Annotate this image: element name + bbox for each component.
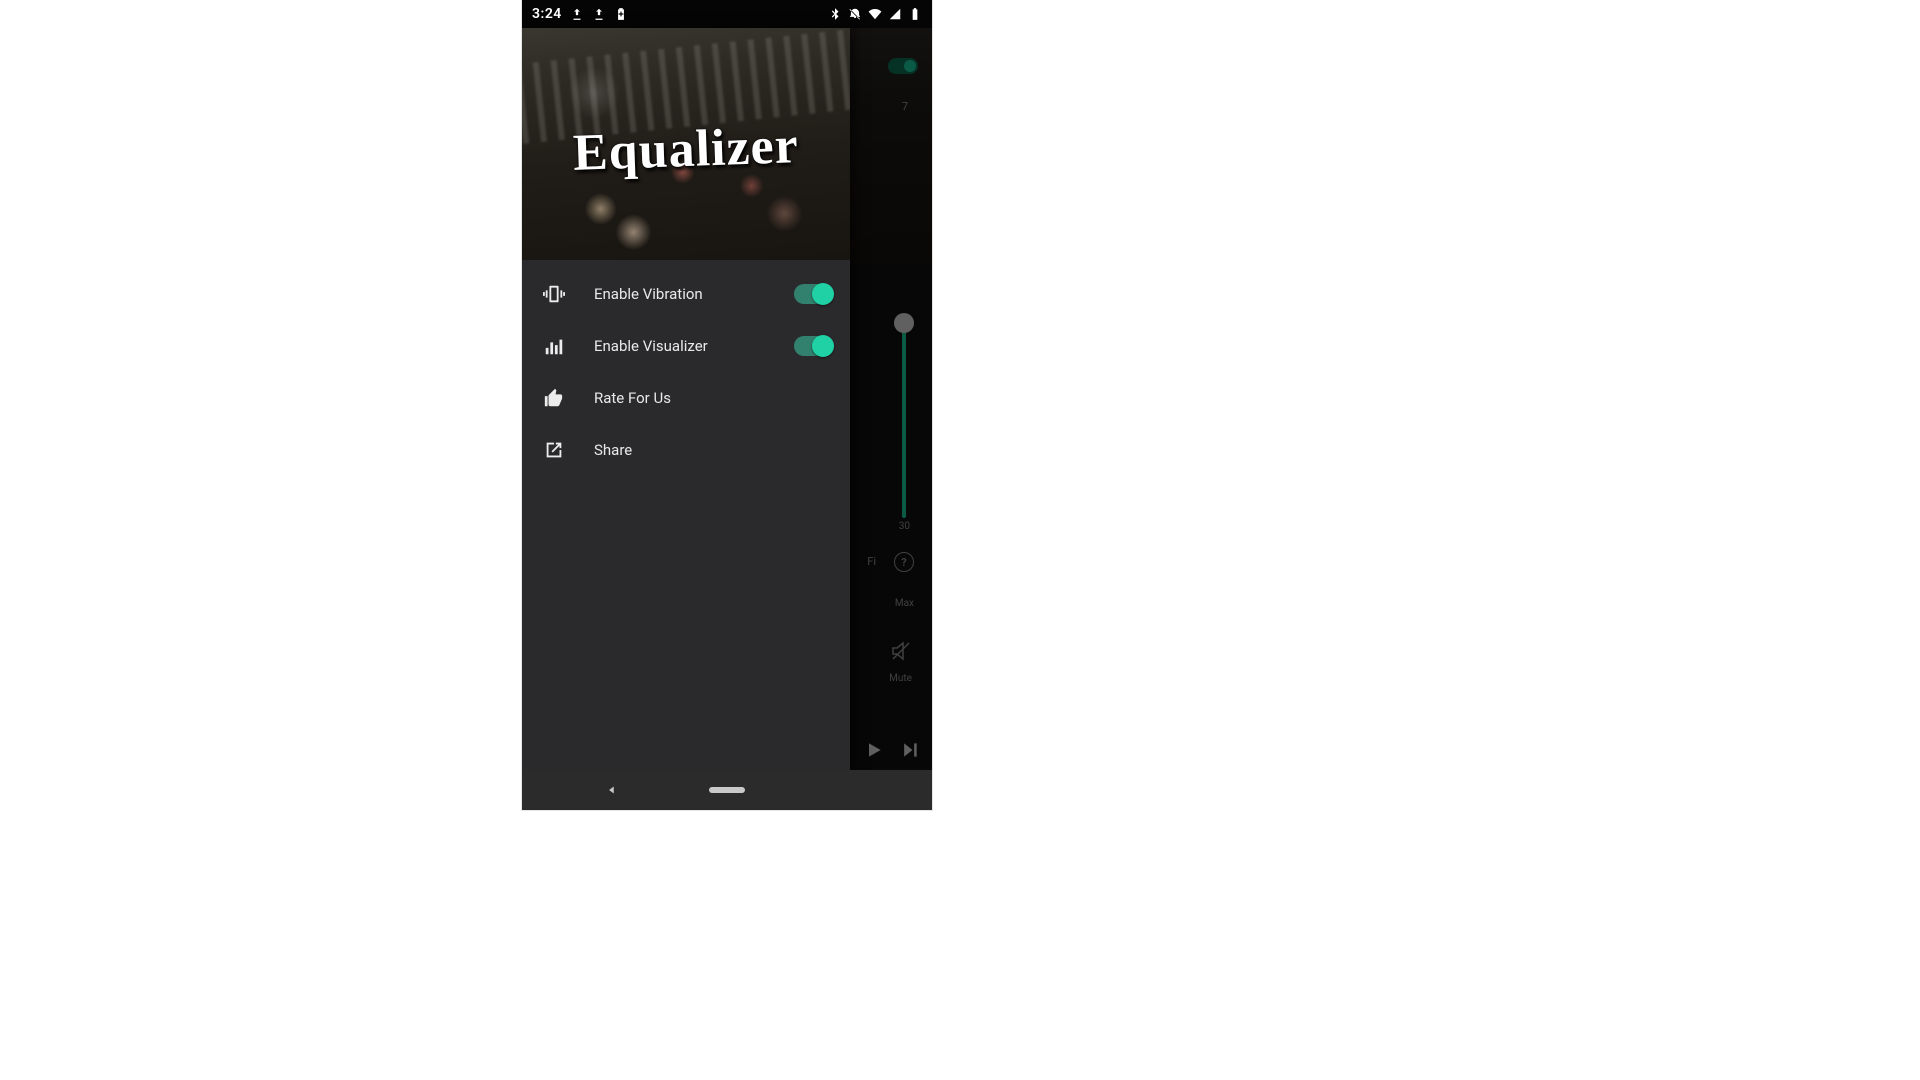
fi-label: Fi: [867, 555, 876, 568]
status-bar-right: [828, 7, 922, 21]
mute-icon[interactable]: [888, 638, 914, 664]
slider-value-label: 30: [899, 521, 910, 532]
menu-item-share[interactable]: Share: [522, 424, 850, 476]
cellular-icon: [888, 7, 902, 21]
app-title: Equalizer: [572, 120, 799, 180]
drawer-menu: Enable Vibration Enable Visualizer Rat: [522, 260, 850, 484]
upload-icon: [592, 7, 606, 21]
back-button[interactable]: [602, 780, 622, 800]
visualizer-toggle[interactable]: [794, 336, 832, 356]
dnd-icon: [848, 7, 862, 21]
volume-slider-track[interactable]: [902, 318, 906, 518]
drawer-header: Equalizer: [522, 28, 850, 260]
band-label: 7: [902, 100, 908, 113]
phone-frame: 3:24: [522, 0, 932, 810]
wifi-icon: [868, 7, 882, 21]
visualizer-icon: [542, 334, 566, 358]
status-clock: 3:24: [532, 6, 562, 22]
share-icon: [542, 438, 566, 462]
menu-item-enable-visualizer[interactable]: Enable Visualizer: [522, 320, 850, 372]
max-label: Max: [895, 598, 914, 609]
upload-icon: [570, 7, 584, 21]
bluetooth-icon: [828, 7, 842, 21]
help-icon[interactable]: ?: [894, 552, 914, 572]
menu-item-label: Share: [594, 441, 832, 459]
thumbs-up-icon: [542, 386, 566, 410]
battery-saver-icon: [614, 7, 628, 21]
battery-icon: [908, 7, 922, 21]
master-toggle[interactable]: [888, 58, 918, 74]
menu-item-enable-vibration[interactable]: Enable Vibration: [522, 268, 850, 320]
mute-label: Mute: [889, 673, 912, 684]
menu-item-label: Enable Visualizer: [594, 337, 766, 355]
volume-slider-thumb[interactable]: [894, 313, 914, 333]
status-bar-left: 3:24: [532, 6, 628, 22]
next-button[interactable]: [898, 738, 922, 762]
menu-item-label: Rate For Us: [594, 389, 832, 407]
vibration-toggle[interactable]: [794, 284, 832, 304]
menu-item-rate-for-us[interactable]: Rate For Us: [522, 372, 850, 424]
status-bar: 3:24: [522, 0, 932, 28]
vibration-icon: [542, 282, 566, 306]
navigation-drawer: Equalizer Enable Vibration Enable Visual…: [522, 28, 850, 770]
play-button[interactable]: [862, 738, 886, 762]
home-gesture-pill[interactable]: [709, 787, 745, 793]
system-nav-bar: [522, 770, 932, 810]
menu-item-label: Enable Vibration: [594, 285, 766, 303]
